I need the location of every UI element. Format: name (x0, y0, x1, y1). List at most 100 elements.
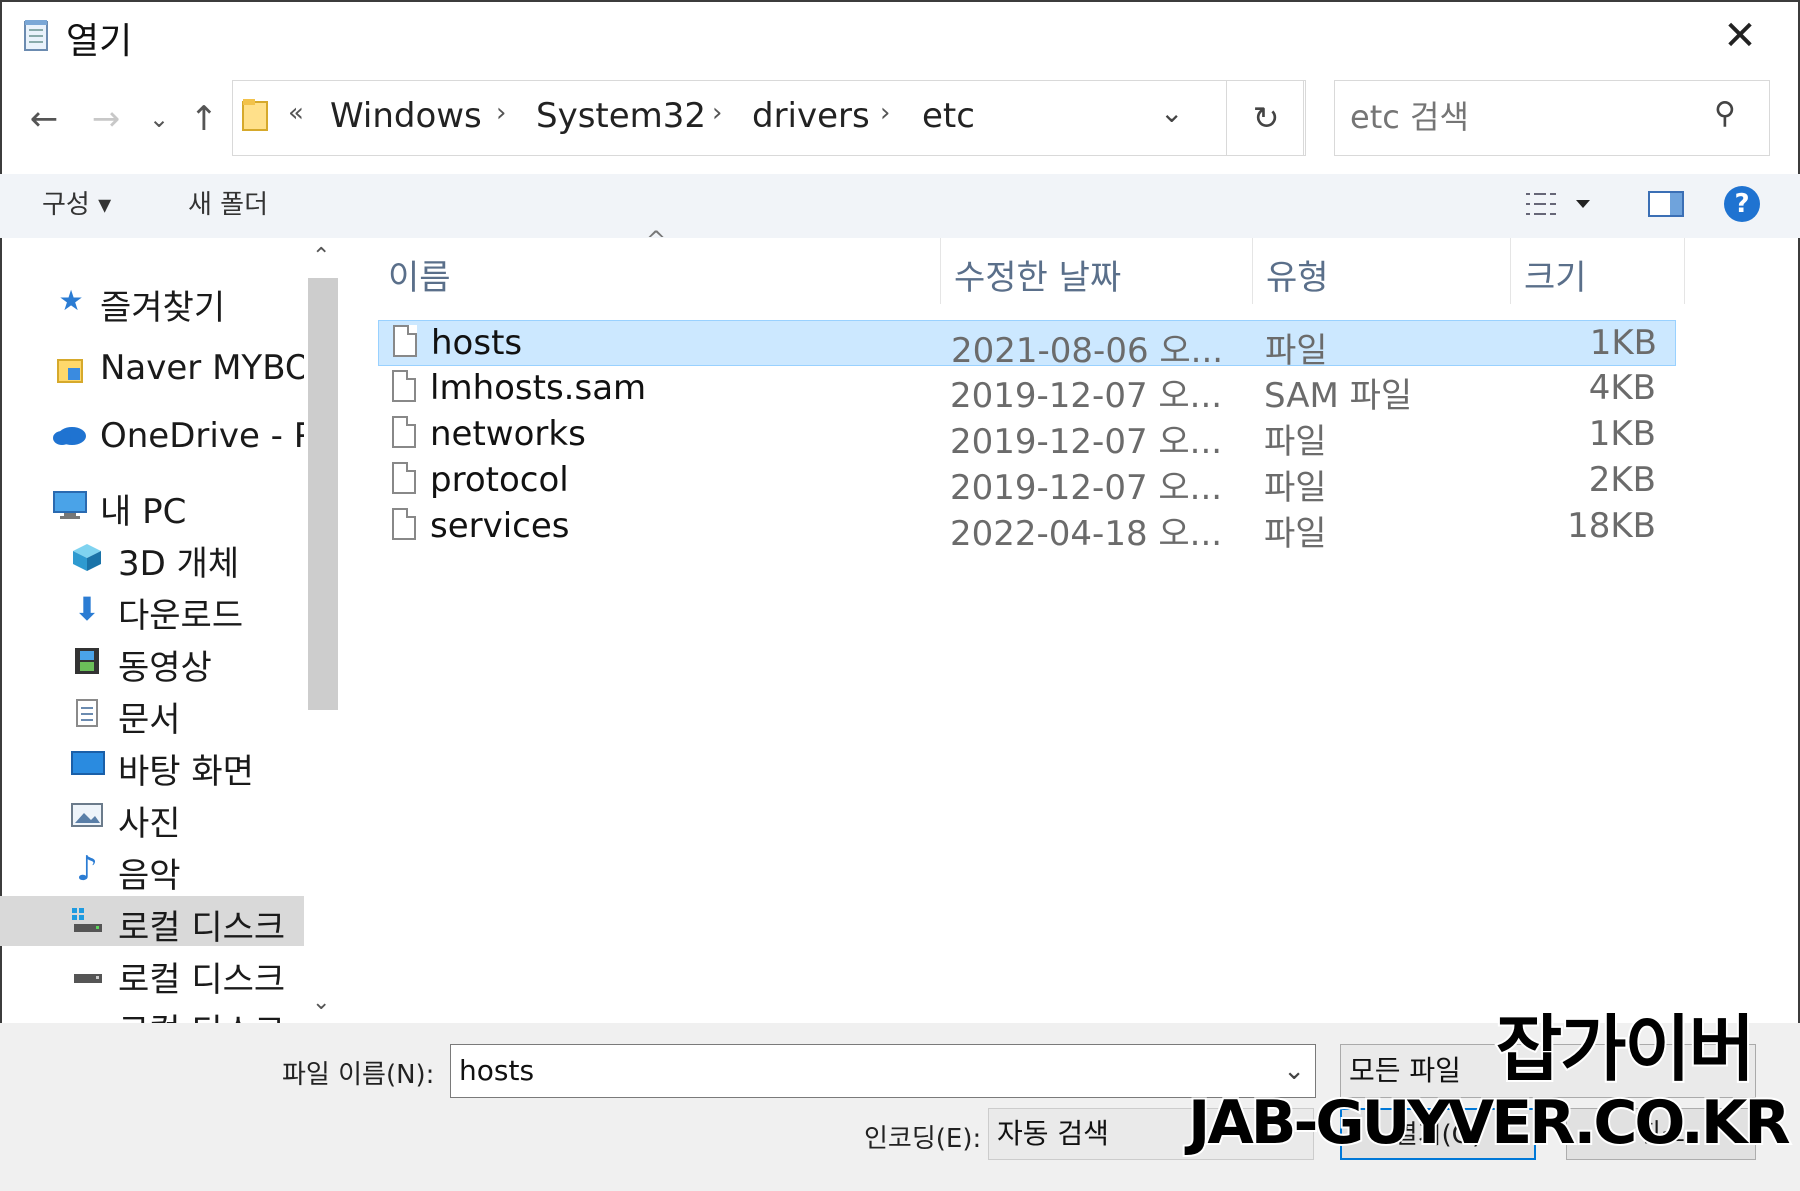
sidebar-item-3d-objects[interactable]: 3D 개체 (0, 532, 304, 584)
column-header-name[interactable]: 이름 (388, 250, 451, 299)
sort-ascending-icon: ^ (646, 226, 667, 254)
sidebar-item-documents[interactable]: 문서 (0, 688, 304, 740)
file-row-lmhosts[interactable]: lmhosts.sam 2019-12-07 오... SAM 파일 4KB (378, 366, 1674, 416)
file-type: SAM 파일 (1264, 376, 1413, 416)
sidebar-item-pictures[interactable]: 사진 (0, 792, 304, 844)
download-icon: ⬇ (73, 590, 101, 628)
sidebar-item-music[interactable]: ♪ 음악 (0, 844, 304, 896)
breadcrumb-separator[interactable]: › (880, 98, 890, 128)
sidebar-item-onedrive[interactable]: OneDrive - P (0, 412, 304, 462)
watermark-korean: 잡가이버 (1494, 1005, 1757, 1093)
sidebar-item-favorites[interactable]: ★ 즐겨찾기 (0, 276, 304, 329)
file-row-services[interactable]: services 2022-04-18 오... 파일 18KB (378, 504, 1674, 554)
file-name: hosts (431, 323, 523, 363)
file-date: 2022-04-18 오... (950, 514, 1223, 554)
file-type: 파일 (1265, 331, 1328, 371)
filename-value: hosts (459, 1054, 535, 1087)
forward-button[interactable]: → (86, 94, 126, 144)
breadcrumb-drivers[interactable]: drivers (752, 96, 870, 136)
file-size: 2KB (1588, 460, 1656, 500)
document-icon (70, 698, 104, 728)
file-icon (392, 508, 416, 540)
sidebar-item-videos[interactable]: 동영상 (0, 636, 304, 688)
file-row-protocol[interactable]: protocol 2019-12-07 오... 파일 2KB (378, 458, 1674, 508)
address-dropdown-button[interactable]: ⌄ (1160, 96, 1183, 129)
sidebar-item-label: 3D 개체 (118, 544, 240, 584)
desktop-icon (70, 750, 105, 780)
breadcrumb-windows[interactable]: Windows (330, 96, 482, 136)
preview-pane-icon[interactable] (1648, 190, 1684, 218)
scrollbar-thumb[interactable] (308, 278, 338, 710)
sidebar-item-label: 사진 (118, 804, 181, 844)
encoding-label: 인코딩(E): (864, 1124, 982, 1154)
back-button[interactable]: ← (24, 94, 64, 144)
close-button[interactable]: ✕ (1716, 14, 1764, 58)
file-date: 2019-12-07 오... (950, 468, 1223, 508)
breadcrumb-separator[interactable]: › (496, 98, 506, 128)
file-row-hosts[interactable]: hosts 2021-08-06 오... 파일 1KB (378, 320, 1676, 371)
cloud-icon (52, 422, 86, 452)
scroll-up-icon[interactable]: ⌃ (312, 244, 330, 269)
sidebar-item-label: 즐겨찾기 (100, 288, 226, 328)
navigation-pane: ★ 즐겨찾기 Naver MYBO OneDrive - P 내 PC 3D 개… (0, 238, 304, 1023)
sidebar-item-label: 다운로드 (118, 596, 244, 636)
drive-icon (70, 906, 104, 936)
scroll-down-icon[interactable]: ⌄ (312, 990, 330, 1015)
search-input[interactable] (1348, 92, 1692, 142)
breadcrumb-system32[interactable]: System32 (536, 96, 706, 136)
music-icon: ♪ (76, 849, 98, 889)
file-size: 1KB (1589, 323, 1657, 363)
file-row-networks[interactable]: networks 2019-12-07 오... 파일 1KB (378, 412, 1674, 462)
sidebar-item-label: OneDrive - P (100, 416, 304, 456)
refresh-button[interactable]: ↻ (1226, 80, 1306, 156)
sidebar-item-label: 내 PC (100, 492, 187, 532)
filter-value: 모든 파일 (1349, 1054, 1461, 1087)
picture-icon (70, 802, 104, 832)
filename-input[interactable]: hosts ⌄ (450, 1044, 1316, 1098)
computer-icon (52, 490, 87, 520)
column-divider[interactable] (1684, 238, 1685, 304)
column-header-date[interactable]: 수정한 날짜 (954, 250, 1121, 299)
sidebar-item-label: 로컬 디스크 (118, 1004, 285, 1023)
sidebar-item-label: 로컬 디스크 (118, 908, 286, 948)
filename-label: 파일 이름(N): (282, 1060, 435, 1090)
organize-button[interactable]: 구성 ▾ (42, 184, 111, 221)
sidebar-item-local-disk-e[interactable]: 로컬 디스크 (0, 1000, 304, 1023)
new-folder-button[interactable]: 새 폴더 (188, 184, 268, 221)
sidebar-item-label: 바탕 화면 (118, 752, 254, 792)
window-title: 열기 (66, 21, 133, 62)
recent-locations-button[interactable]: ⌄ (146, 94, 172, 144)
column-divider[interactable] (1510, 238, 1511, 304)
breadcrumb-separator[interactable]: › (712, 98, 722, 128)
up-button[interactable]: ↑ (184, 94, 224, 144)
sidebar-item-local-disk-d[interactable]: 로컬 디스크 (0, 948, 304, 1000)
file-date: 2019-12-07 오... (950, 422, 1223, 462)
file-size: 4KB (1588, 368, 1656, 408)
star-icon: ★ (58, 284, 84, 317)
file-name: networks (430, 414, 586, 454)
watermark-url: JAB-GUYVER.CO.KR (1186, 1086, 1793, 1160)
file-date: 2021-08-06 오... (951, 331, 1224, 371)
encoding-value: 자동 검색 (997, 1117, 1109, 1150)
column-header-size[interactable]: 크기 (1524, 250, 1587, 299)
help-icon[interactable]: ? (1724, 186, 1760, 222)
sidebar-item-this-pc[interactable]: 내 PC (0, 480, 304, 532)
column-header-type[interactable]: 유형 (1266, 250, 1329, 299)
file-name: protocol (430, 460, 569, 500)
breadcrumb-overflow[interactable]: « (288, 98, 304, 128)
notepad-icon (22, 18, 52, 52)
sidebar-item-downloads[interactable]: ⬇ 다운로드 (0, 584, 304, 636)
sidebar-item-label: Naver MYBO (100, 348, 304, 388)
drive-icon (70, 958, 104, 988)
view-options-icon[interactable] (1524, 186, 1594, 222)
file-size: 18KB (1567, 506, 1656, 546)
breadcrumb-etc[interactable]: etc (922, 96, 975, 136)
sidebar-item-naver-mybox[interactable]: Naver MYBO (0, 344, 304, 394)
column-divider[interactable] (940, 238, 941, 304)
file-size: 1KB (1588, 414, 1656, 454)
film-icon (70, 646, 104, 676)
sidebar-item-local-disk-c[interactable]: 로컬 디스크 (0, 896, 304, 948)
column-divider[interactable] (1252, 238, 1253, 304)
sidebar-item-desktop[interactable]: 바탕 화면 (0, 740, 304, 792)
cube-icon (70, 542, 104, 572)
